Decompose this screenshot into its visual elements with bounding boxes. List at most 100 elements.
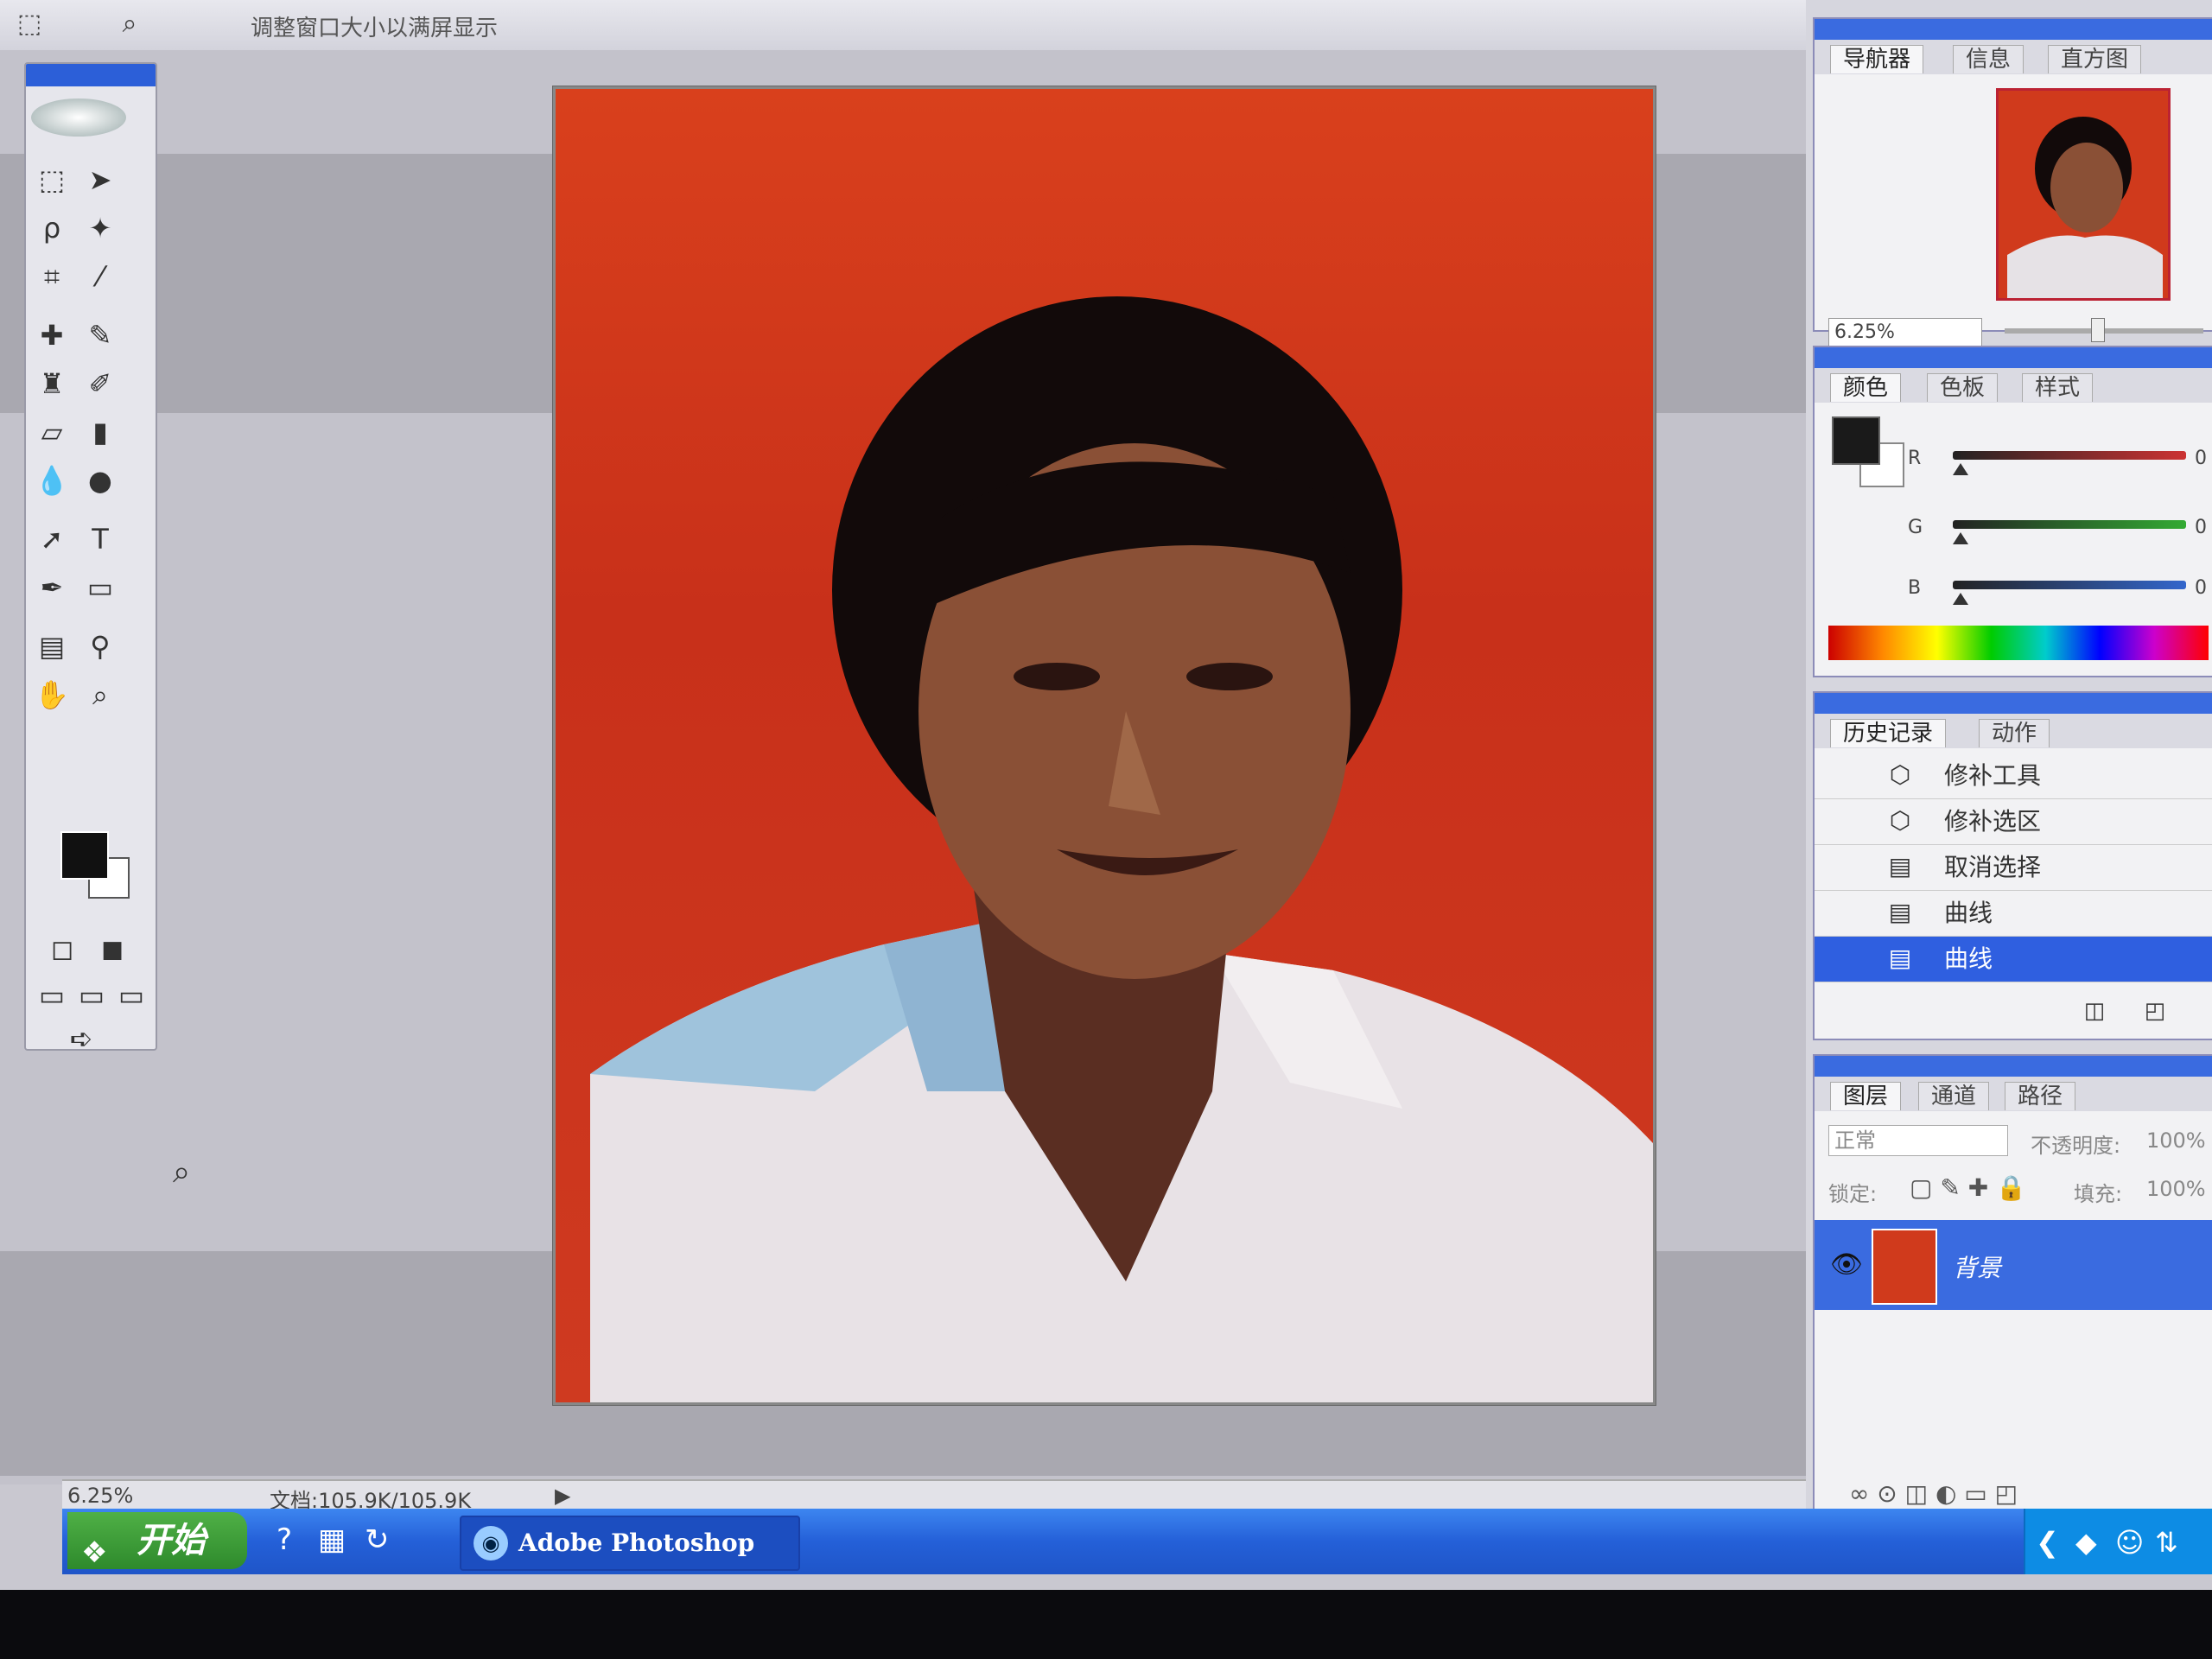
document-canvas[interactable] <box>553 86 1656 1405</box>
status-arrow-icon[interactable]: ▶ <box>555 1484 570 1508</box>
pen-icon[interactable]: ✒ <box>31 567 73 608</box>
tab-swatches[interactable]: 色板 <box>1927 373 1999 402</box>
standard-mode-icon[interactable]: ◻ <box>41 928 83 969</box>
tab-paths[interactable]: 路径 <box>2005 1082 2076 1110</box>
foreground-color-swatch[interactable] <box>60 831 109 880</box>
navigator-thumbnail[interactable] <box>1996 88 2171 301</box>
blur-icon[interactable]: 💧 <box>31 460 73 501</box>
opacity-value[interactable]: 100% <box>2146 1128 2206 1153</box>
channel-b-slider[interactable] <box>1953 581 2186 589</box>
start-button[interactable]: ❖ 开始 <box>67 1512 247 1570</box>
color-foreground-swatch[interactable] <box>1832 416 1880 465</box>
windows-logo-icon: ❖ <box>81 1535 108 1570</box>
healing-brush-icon[interactable]: ✚ <box>31 315 73 356</box>
new-document-icon[interactable]: ◰ <box>2134 990 2176 1032</box>
history-item[interactable]: ▤ 取消选择 <box>1815 845 2212 891</box>
channel-r-slider[interactable] <box>1953 451 2186 460</box>
screen: ⬚ ⌕ 调整窗口大小以满屏显示 ⬚ ➤ ρ ✦ ⌗ ⁄ ✚ ✎ ♜ ✐ ▱ ▮ … <box>0 0 2212 1590</box>
tab-histogram[interactable]: 直方图 <box>2048 45 2142 73</box>
zoom-tool-icon[interactable]: ⌕ <box>112 7 147 41</box>
brush-icon[interactable]: ✎ <box>79 315 121 356</box>
rect-marquee-icon[interactable]: ⬚ <box>31 159 73 200</box>
panel-header <box>1815 19 2212 40</box>
magic-wand-icon[interactable]: ✦ <box>79 207 121 249</box>
move-icon[interactable]: ➤ <box>79 159 121 200</box>
history-item-label: 曲线 <box>1944 899 1993 927</box>
color-tabs: 颜色 色板 样式 <box>1815 368 2212 403</box>
quick-mask-icon[interactable]: ◼ <box>92 928 133 969</box>
history-panel: 历史记录 动作 ⬡ 修补工具 ⬡ 修补选区 ▤ 取消选择 ▤ 曲线 ▤ 曲线 ◫… <box>1813 691 2212 1040</box>
eye-right <box>1186 663 1273 690</box>
tab-history[interactable]: 历史记录 <box>1830 719 1947 747</box>
slice-icon[interactable]: ⁄ <box>79 256 121 297</box>
history-item[interactable]: ⬡ 修补选区 <box>1815 799 2212 845</box>
channel-r-thumb[interactable] <box>1953 463 1968 475</box>
screen-mode-3-icon[interactable]: ▭ <box>111 975 152 1016</box>
refresh-icon[interactable]: ↻ <box>365 1522 390 1557</box>
show-desktop-icon[interactable]: ▦ <box>318 1522 346 1557</box>
navigator-zoom-thumb[interactable] <box>2091 318 2105 342</box>
tab-styles[interactable]: 样式 <box>2022 373 2094 402</box>
channel-b-value[interactable]: 0 <box>2195 577 2207 599</box>
jump-to-imageready-icon[interactable]: ➪ <box>60 1018 102 1059</box>
history-item-label: 修补选区 <box>1944 807 2042 836</box>
new-snapshot-icon[interactable]: ◫ <box>2074 990 2115 1032</box>
fill-value[interactable]: 100% <box>2146 1177 2206 1201</box>
zoom-icon[interactable]: ⌕ <box>79 674 121 715</box>
channel-b-thumb[interactable] <box>1953 593 1968 605</box>
screen-mode-1-icon[interactable]: ▭ <box>31 975 73 1016</box>
tab-info[interactable]: 信息 <box>1953 45 2024 73</box>
layer-footer-icons[interactable]: ∞ ⊙ ◫ ◐ ▭ ◰ <box>1849 1479 2018 1508</box>
channel-g-value[interactable]: 0 <box>2195 517 2207 538</box>
tab-actions[interactable]: 动作 <box>1979 719 2050 747</box>
gradient-icon[interactable]: ▮ <box>79 411 121 453</box>
channel-r-value[interactable]: 0 <box>2195 448 2207 469</box>
shape-icon[interactable]: ▭ <box>79 567 121 608</box>
tab-navigator[interactable]: 导航器 <box>1830 45 1924 73</box>
history-brush-icon[interactable]: ✐ <box>79 363 121 404</box>
channel-r-label: R <box>1908 448 1922 469</box>
color-spectrum-bar[interactable] <box>1828 626 2209 660</box>
blend-mode-select[interactable]: 正常 <box>1828 1125 2008 1156</box>
path-select-icon[interactable]: ➚ <box>31 518 73 560</box>
taskbar-photoshop-button[interactable]: ◉ Adobe Photoshop <box>460 1516 800 1571</box>
clone-stamp-icon[interactable]: ♜ <box>31 363 73 404</box>
toolbox: ⬚ ➤ ρ ✦ ⌗ ⁄ ✚ ✎ ♜ ✐ ▱ ▮ 💧 ● ➚ T ✒ ▭ ▤ ⚲ … <box>24 62 157 1055</box>
eyedropper-icon[interactable]: ⚲ <box>79 626 121 667</box>
screen-mode-2-icon[interactable]: ▭ <box>71 975 112 1016</box>
crop-icon[interactable]: ⌗ <box>31 256 73 297</box>
tab-channels[interactable]: 通道 <box>1918 1082 1990 1110</box>
navigator-zoom-field[interactable]: 6.25% <box>1828 318 1982 347</box>
tab-layers[interactable]: 图层 <box>1830 1082 1902 1110</box>
status-zoom[interactable]: 6.25% <box>67 1484 133 1508</box>
history-item[interactable]: ▤ 曲线 <box>1815 891 2212 937</box>
eye-left <box>1014 663 1100 690</box>
history-item-selected[interactable]: ▤ 曲线 <box>1815 937 2212 982</box>
dodge-icon[interactable]: ● <box>79 460 121 501</box>
tray-network-icon[interactable]: ⇅ <box>2155 1526 2178 1559</box>
navigator-panel: 导航器 信息 直方图 6.25% <box>1813 17 2212 347</box>
tray-arrow-icon[interactable]: ❮ <box>2036 1526 2059 1559</box>
taskbar-item-label: Adobe Photoshop <box>518 1529 755 1557</box>
history-item-label: 取消选择 <box>1944 853 2042 881</box>
eraser-icon[interactable]: ▱ <box>31 411 73 453</box>
lasso-icon[interactable]: ρ <box>31 207 73 249</box>
tray-app-icon[interactable]: ◆ <box>2075 1526 2097 1559</box>
layer-row-background[interactable]: 👁 背景 <box>1815 1220 2212 1310</box>
channel-g-slider[interactable] <box>1953 520 2186 529</box>
layer-name[interactable]: 背景 <box>1953 1249 2001 1284</box>
channel-g-label: G <box>1908 517 1923 538</box>
help-icon[interactable]: ? <box>276 1522 292 1557</box>
hand-icon[interactable]: ✋ <box>31 674 73 715</box>
type-icon[interactable]: T <box>79 518 121 560</box>
tray-user-icon[interactable]: ☺ <box>2115 1526 2144 1559</box>
notes-icon[interactable]: ▤ <box>31 626 73 667</box>
marquee-icon[interactable]: ⬚ <box>12 7 47 41</box>
channel-g-thumb[interactable] <box>1953 532 1968 544</box>
tab-color[interactable]: 颜色 <box>1830 373 1902 402</box>
lock-label: 锁定: <box>1828 1182 1878 1206</box>
channel-b-label: B <box>1908 577 1922 599</box>
eye-icon[interactable]: 👁 <box>1830 1249 1863 1280</box>
history-item[interactable]: ⬡ 修补工具 <box>1815 753 2212 799</box>
lock-icons[interactable]: ▢ ✎ ✚ 🔒 <box>1910 1173 2026 1202</box>
